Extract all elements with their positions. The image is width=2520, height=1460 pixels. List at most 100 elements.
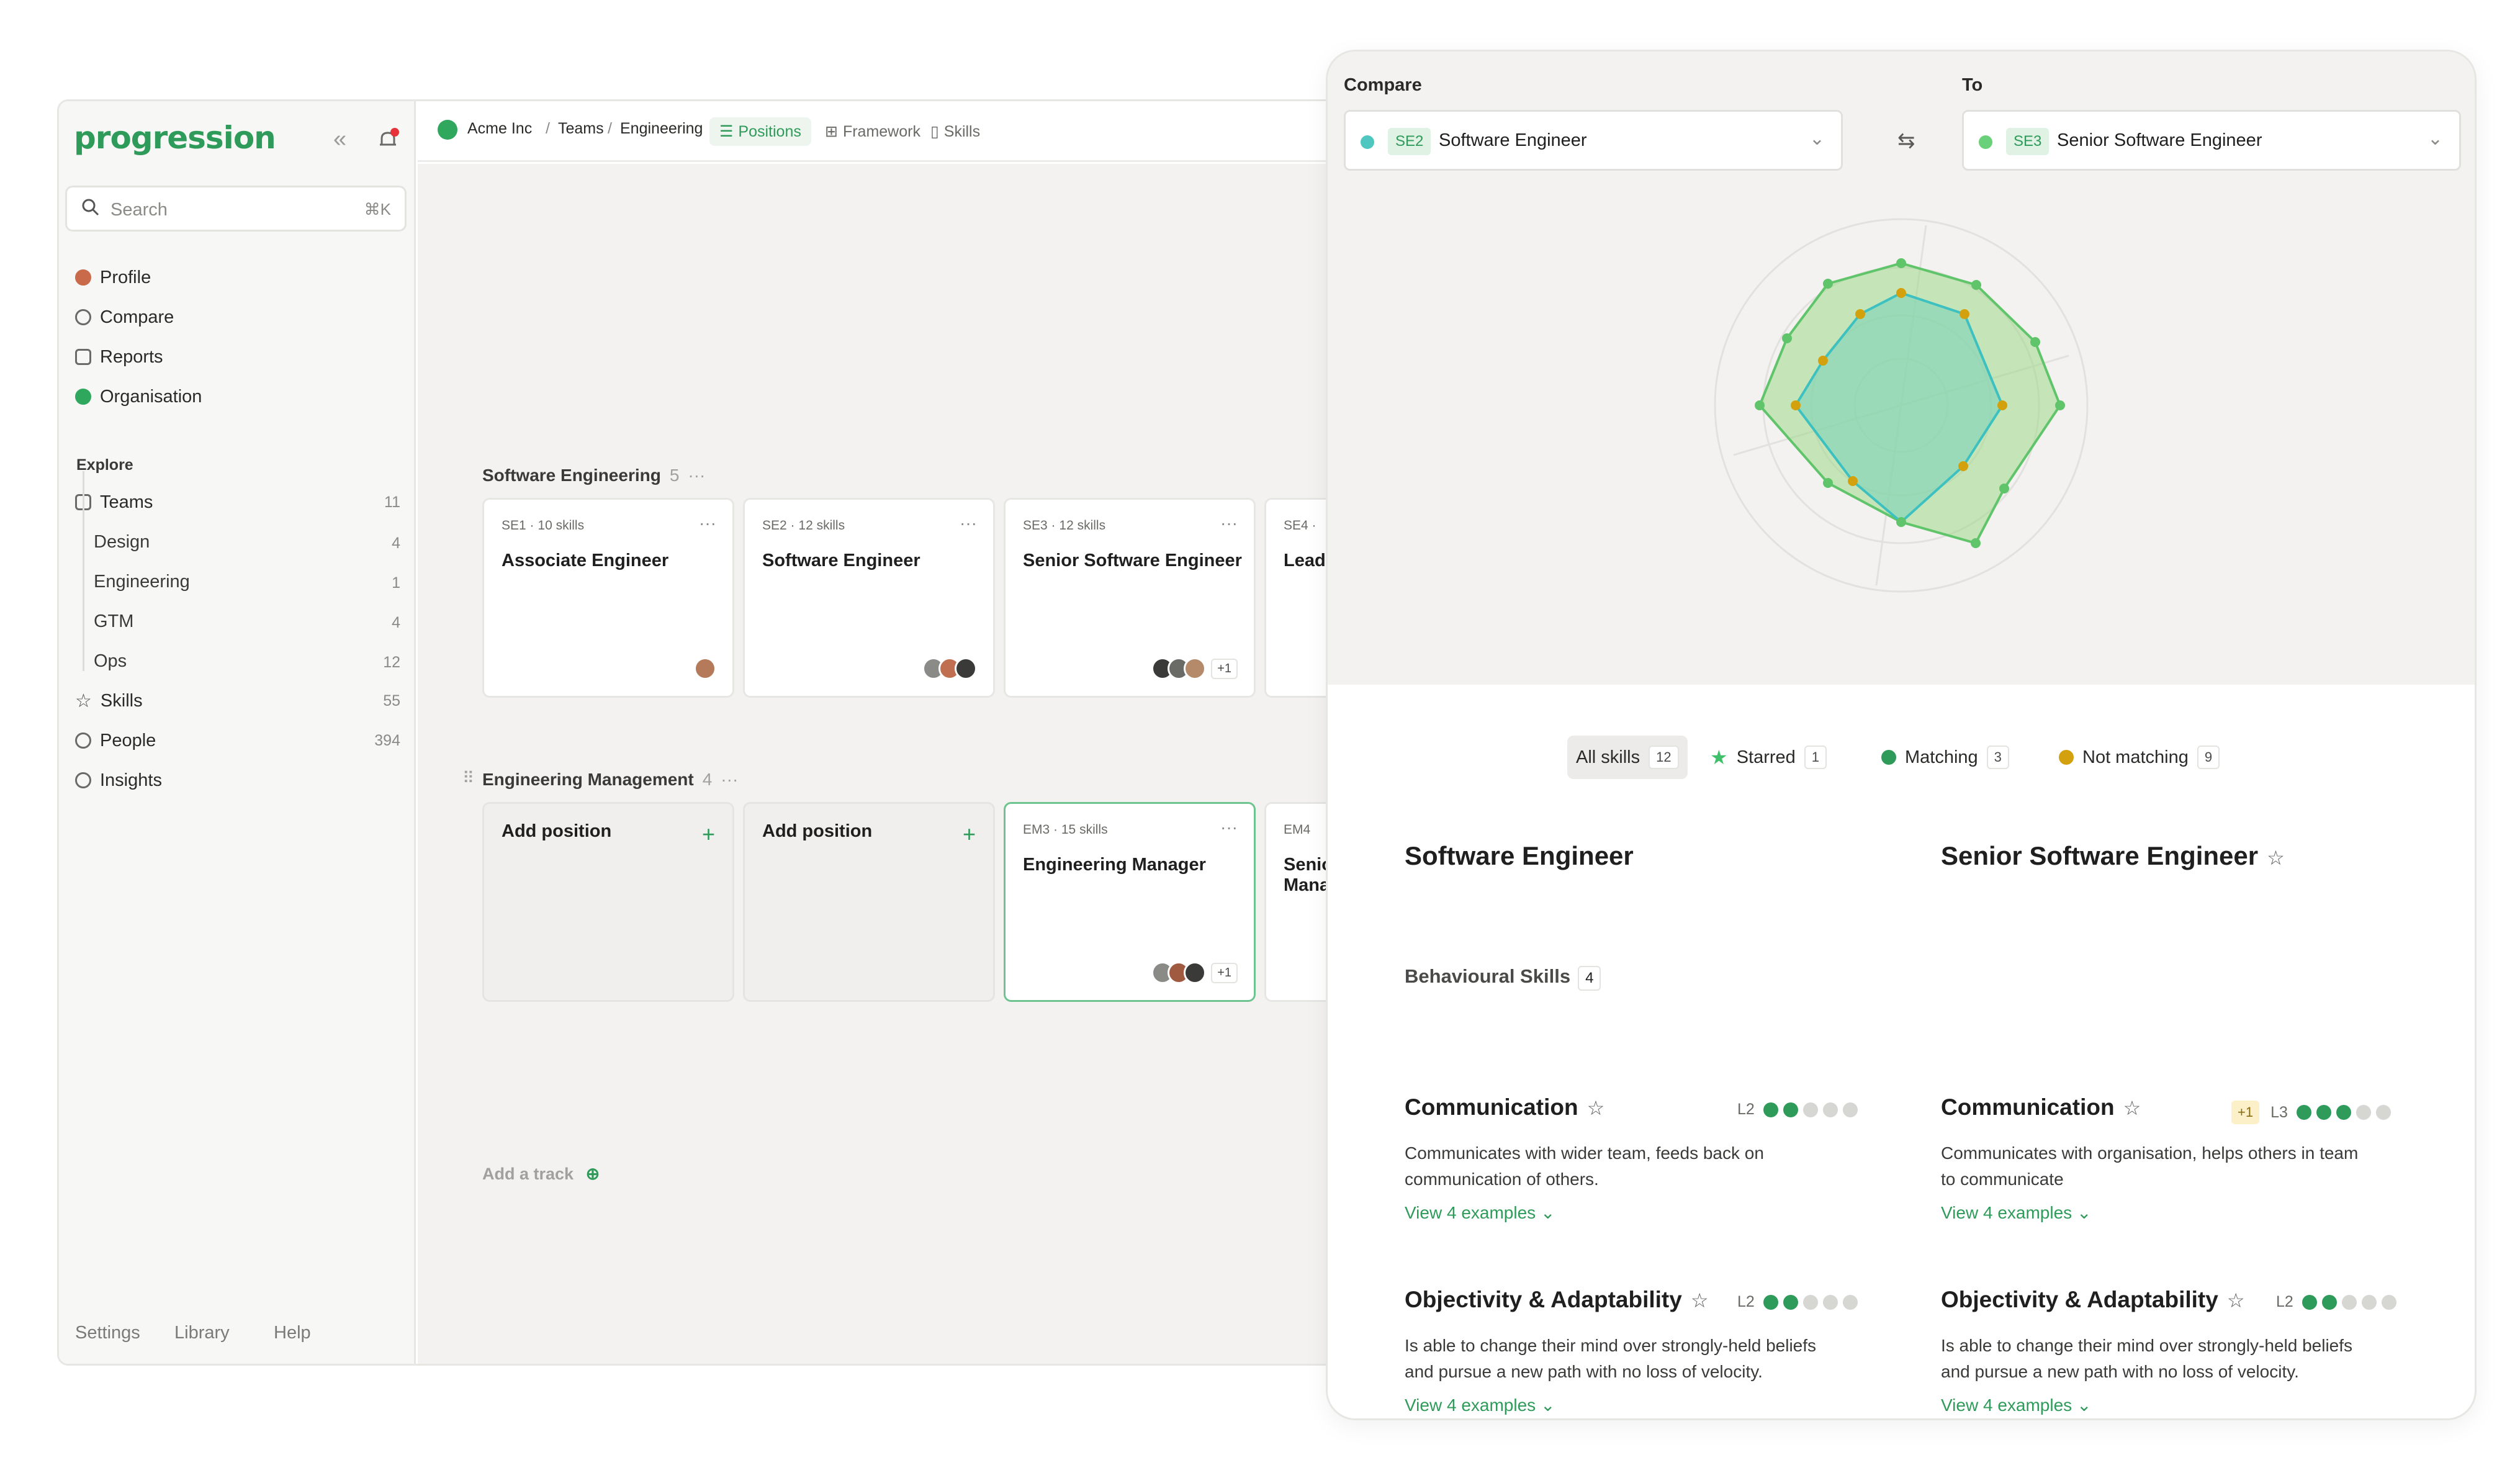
- level-dot: [2361, 1294, 2377, 1310]
- reports-icon: [75, 349, 91, 365]
- right-position-title: Senior Software Engineer ☆: [1941, 841, 2285, 870]
- nav-teams[interactable]: Teams: [75, 487, 153, 517]
- selected-position: Software Engineer: [1439, 130, 1587, 150]
- track-count: 5: [669, 466, 680, 485]
- add-position-card[interactable]: Add position +: [743, 802, 995, 1002]
- assignee-avatars: [922, 657, 977, 680]
- footer-help[interactable]: Help: [274, 1323, 311, 1343]
- nav-label: Reports: [100, 346, 163, 367]
- breadcrumb-separator: /: [608, 120, 612, 137]
- filter-matching[interactable]: Matching 3: [1873, 736, 2018, 779]
- star-icon: ☆: [75, 690, 92, 711]
- compare-from-select[interactable]: SE2 Software Engineer ⌄: [1344, 110, 1843, 171]
- chevron-down-icon: ⌄: [1540, 1203, 1555, 1222]
- compare-panel: Compare To SE2 Software Engineer ⌄ ⇆ SE3…: [1326, 50, 2477, 1420]
- team-item-ops[interactable]: Ops: [94, 651, 127, 672]
- star-icon[interactable]: ☆: [1691, 1289, 1709, 1312]
- nav-label: Compare: [100, 307, 174, 327]
- card-menu-icon[interactable]: ···: [1220, 513, 1238, 533]
- nav-skills[interactable]: ☆ Skills: [75, 686, 143, 716]
- compare-icon: [75, 309, 91, 325]
- nav-people[interactable]: People: [75, 726, 156, 755]
- positions-board: Software Engineering 5 ··· SE1 · 10 skills…: [418, 164, 1384, 1364]
- position-card[interactable]: SE3 · 12 skills ··· Senior Software Engi…: [1004, 498, 1256, 698]
- compare-to-select[interactable]: SE3 Senior Software Engineer ⌄: [1962, 110, 2461, 171]
- skill-level: +1 L3: [2231, 1101, 2391, 1124]
- level-dot: [2302, 1294, 2317, 1310]
- star-icon[interactable]: ☆: [2267, 847, 2285, 869]
- to-label: To: [1962, 75, 1983, 95]
- tab-skills[interactable]: ▯ Skills: [920, 117, 990, 146]
- star-icon[interactable]: ☆: [2227, 1289, 2245, 1312]
- position-meta: EM3 · 15 skills: [1023, 822, 1108, 837]
- position-card[interactable]: SE2 · 12 skills ··· Software Engineer: [743, 498, 995, 698]
- framework-icon: ⊞: [825, 123, 838, 140]
- position-title: Senior Software Engineer: [1023, 551, 1242, 570]
- view-examples-link[interactable]: View 4 examples ⌄: [1405, 1395, 1555, 1415]
- filter-not-matching[interactable]: Not matching 9: [2050, 736, 2228, 779]
- footer-library[interactable]: Library: [174, 1323, 230, 1343]
- tab-positions[interactable]: ☰ Positions: [709, 117, 811, 146]
- left-position-title: Software Engineer: [1405, 841, 1634, 870]
- nav-label: Insights: [100, 770, 162, 790]
- drag-handle-icon[interactable]: ⠿: [462, 768, 474, 788]
- level-label: L2: [1737, 1101, 1755, 1118]
- card-menu-icon[interactable]: ···: [699, 513, 716, 533]
- footer-settings[interactable]: Settings: [75, 1323, 140, 1343]
- team-item-engineering[interactable]: Engineering: [94, 572, 190, 592]
- breadcrumb-teams[interactable]: Teams: [558, 120, 604, 138]
- star-icon[interactable]: ☆: [2123, 1097, 2141, 1119]
- top-bar: Acme Inc / Teams / Engineering ☰ Position…: [418, 101, 1384, 162]
- nav-compare[interactable]: Compare: [75, 302, 174, 332]
- card-menu-icon[interactable]: ···: [960, 513, 977, 533]
- track-menu-icon[interactable]: ···: [688, 466, 705, 485]
- notification-bell-icon[interactable]: [376, 127, 400, 158]
- nav-profile[interactable]: Profile: [75, 263, 151, 292]
- level-delta-badge: +1: [2231, 1101, 2260, 1124]
- team-item-design[interactable]: Design: [94, 532, 150, 552]
- assignee-avatars: [694, 657, 716, 680]
- add-position-card[interactable]: Add position +: [482, 802, 734, 1002]
- star-icon[interactable]: ☆: [1587, 1097, 1605, 1119]
- view-examples-link[interactable]: View 4 examples ⌄: [1941, 1202, 2091, 1223]
- filter-label: All skills: [1576, 747, 1640, 767]
- filter-all-skills[interactable]: All skills 12: [1567, 736, 1688, 779]
- team-count: 4: [392, 614, 400, 631]
- plus-icon: +: [962, 821, 976, 847]
- level-dot: [1763, 1102, 1778, 1117]
- track-menu-icon[interactable]: ···: [721, 770, 738, 789]
- view-examples-link[interactable]: View 4 examples ⌄: [1941, 1395, 2091, 1415]
- breadcrumb-team[interactable]: Engineering: [620, 120, 703, 138]
- level-label: L3: [2270, 1103, 2288, 1121]
- nav-insights[interactable]: Insights: [75, 765, 162, 795]
- nav-label: Teams: [100, 492, 153, 512]
- add-circle-icon: ⊕: [585, 1165, 600, 1183]
- add-track-label: Add a track: [482, 1165, 574, 1183]
- search-shortcut: ⌘K: [364, 200, 391, 219]
- level-dot: [1763, 1294, 1778, 1310]
- chevron-down-icon: ⌄: [2076, 1203, 2092, 1222]
- card-menu-icon[interactable]: ···: [1220, 818, 1238, 837]
- search-input[interactable]: Search ⌘K: [65, 186, 407, 232]
- compare-header: Compare To SE2 Software Engineer ⌄ ⇆ SE3…: [1328, 52, 2475, 685]
- nav-organisation[interactable]: Organisation: [75, 382, 202, 412]
- position-card[interactable]: EM3 · 15 skills ··· Engineering Manager …: [1004, 802, 1256, 1002]
- avatar: [1184, 962, 1207, 984]
- collapse-sidebar-icon[interactable]: «: [333, 126, 346, 153]
- skills-radar-chart: [1714, 218, 2089, 593]
- position-card[interactable]: SE1 · 10 skills ··· Associate Engineer: [482, 498, 734, 698]
- track-count: 4: [702, 770, 713, 789]
- more-assignees-badge: +1: [1211, 962, 1238, 983]
- level-dot: [2321, 1294, 2337, 1310]
- swap-icon[interactable]: ⇆: [1897, 128, 1915, 153]
- filter-starred[interactable]: ★ Starred 1: [1701, 736, 1835, 779]
- team-item-gtm[interactable]: GTM: [94, 611, 133, 632]
- skill-name: Communication ☆: [1941, 1094, 2141, 1120]
- add-track-button[interactable]: Add a track ⊕: [482, 1165, 600, 1184]
- plus-icon: +: [701, 821, 715, 847]
- tab-framework[interactable]: ⊞ Framework: [815, 117, 930, 146]
- level-dot: [2356, 1105, 2371, 1120]
- view-examples-link[interactable]: View 4 examples ⌄: [1405, 1202, 1555, 1223]
- breadcrumb-org[interactable]: Acme Inc: [467, 120, 532, 138]
- nav-reports[interactable]: Reports: [75, 342, 163, 372]
